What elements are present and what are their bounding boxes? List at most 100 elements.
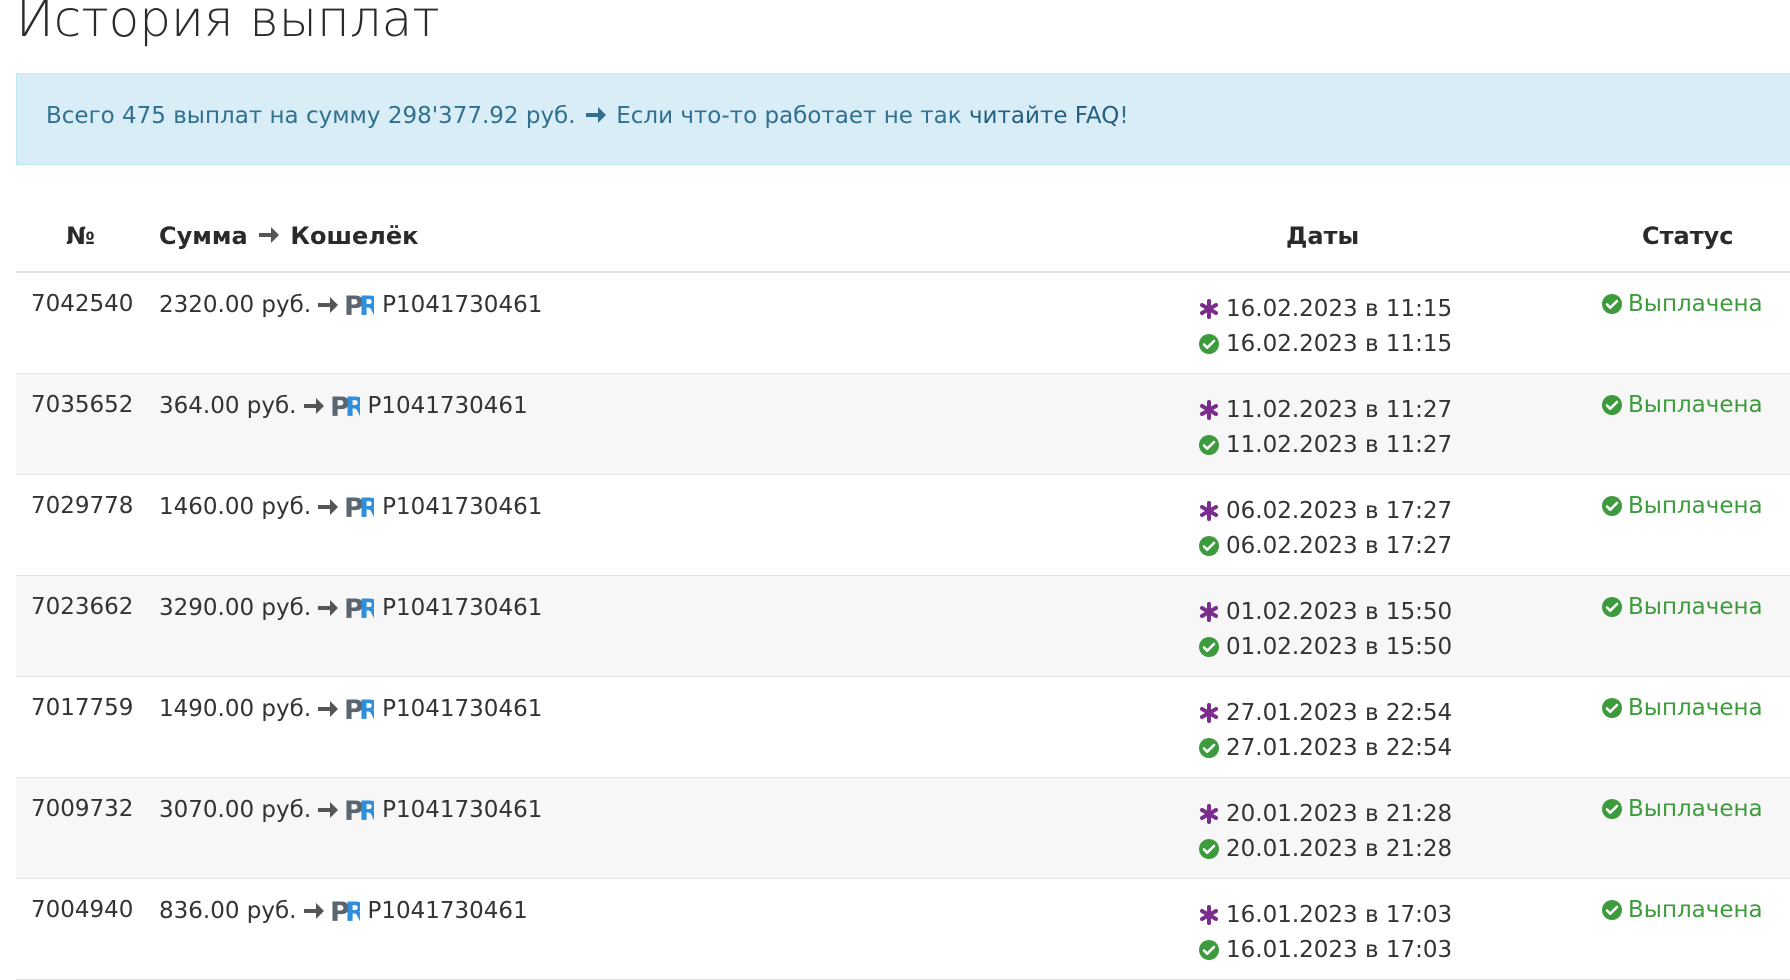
table-row: 7023662 3290.00 руб. P R P1041730461 01.02.20… xyxy=(16,576,1790,677)
payout-table: № Сумма Кошелёк Даты Статус 7042540 2320.… xyxy=(16,200,1790,980)
payout-sum-wallet: 1460.00 руб. P R P1041730461 xyxy=(159,493,542,521)
paid-date-line: 27.01.2023 в 22:54 xyxy=(1199,730,1452,765)
payout-amount: 836.00 руб. xyxy=(159,898,297,924)
payout-dates: 01.02.2023 в 15:50 01.02.2023 в 15:50 xyxy=(1199,594,1452,664)
created-date-line: 20.01.2023 в 21:28 xyxy=(1199,796,1452,831)
payeer-pr-logo-icon: PR xyxy=(344,796,374,824)
header-status: Статус xyxy=(1642,222,1734,250)
payout-dates: 20.01.2023 в 21:28 20.01.2023 в 21:28 xyxy=(1199,796,1452,866)
status-badge: Выплачена xyxy=(1602,493,1763,519)
payout-sum-wallet: 364.00 руб. P R P1041730461 xyxy=(159,392,528,420)
payout-id: 7017759 xyxy=(31,695,134,721)
payout-id: 7004940 xyxy=(31,897,134,923)
payout-sum-wallet: 1490.00 руб. P R P1041730461 xyxy=(159,695,542,723)
table-row: 7009732 3070.00 руб. P R P1041730461 20.01.20… xyxy=(16,778,1790,879)
arrow-right-icon xyxy=(318,802,339,818)
status-text: Выплачена xyxy=(1628,594,1763,620)
created-date: 20.01.2023 в 21:28 xyxy=(1226,800,1453,827)
asterisk-icon xyxy=(1200,904,1218,925)
paid-date: 16.02.2023 в 11:15 xyxy=(1226,330,1453,357)
created-date-line: 06.02.2023 в 17:27 xyxy=(1199,493,1452,528)
check-circle-icon xyxy=(1199,333,1219,354)
header-wallet: Кошелёк xyxy=(290,222,419,250)
arrow-right-icon xyxy=(318,701,339,717)
check-circle-icon xyxy=(1199,535,1219,556)
paid-date: 20.01.2023 в 21:28 xyxy=(1226,835,1453,862)
wallet-number: P1041730461 xyxy=(382,292,543,318)
info-alert: Всего 475 выплат на сумму 298'377.92 руб… xyxy=(16,73,1790,165)
payout-id: 7035652 xyxy=(31,392,134,418)
created-date: 16.02.2023 в 11:15 xyxy=(1226,295,1453,322)
table-row: 7029778 1460.00 руб. P R P1041730461 06.02.20… xyxy=(16,475,1790,576)
table-body: 7042540 2320.00 руб. P R P1041730461 16.02.20… xyxy=(16,273,1790,980)
created-date: 01.02.2023 в 15:50 xyxy=(1226,598,1453,625)
table-row: 7035652 364.00 руб. P R P1041730461 11.02.202… xyxy=(16,374,1790,475)
status-text: Выплачена xyxy=(1628,392,1763,418)
page-title: История выплат xyxy=(16,0,440,48)
asterisk-icon xyxy=(1200,601,1218,622)
header-number: № xyxy=(66,222,95,250)
arrow-right-icon xyxy=(318,499,339,515)
table-row: 7004940 836.00 руб. P R P1041730461 16.01.202… xyxy=(16,879,1790,980)
arrow-right-icon xyxy=(318,600,339,616)
paid-date: 01.02.2023 в 15:50 xyxy=(1226,633,1453,660)
asterisk-icon xyxy=(1200,298,1218,319)
check-circle-icon xyxy=(1199,434,1219,455)
svg-text:R: R xyxy=(359,695,374,723)
created-date: 06.02.2023 в 17:27 xyxy=(1226,497,1453,524)
check-circle-icon xyxy=(1602,799,1622,819)
payeer-pr-logo-icon: PR xyxy=(344,493,374,521)
paid-date-line: 01.02.2023 в 15:50 xyxy=(1199,629,1452,664)
asterisk-icon xyxy=(1200,803,1218,824)
asterisk-icon xyxy=(1200,399,1218,420)
header-sum: Сумма xyxy=(159,222,248,250)
paid-date: 27.01.2023 в 22:54 xyxy=(1226,734,1453,761)
created-date-line: 01.02.2023 в 15:50 xyxy=(1199,594,1452,629)
check-circle-icon xyxy=(1602,900,1622,920)
faq-link[interactable]: читайте FAQ xyxy=(969,103,1119,129)
payout-dates: 06.02.2023 в 17:27 06.02.2023 в 17:27 xyxy=(1199,493,1452,563)
payout-dates: 16.02.2023 в 11:15 16.02.2023 в 11:15 xyxy=(1199,291,1452,361)
check-circle-icon xyxy=(1602,395,1622,415)
created-date-line: 27.01.2023 в 22:54 xyxy=(1199,695,1452,730)
paid-date-line: 11.02.2023 в 11:27 xyxy=(1199,427,1452,462)
table-header: № Сумма Кошелёк Даты Статус xyxy=(16,200,1790,273)
check-circle-icon xyxy=(1602,597,1622,617)
info-alert-text: Всего 475 выплат на сумму 298'377.92 руб… xyxy=(46,103,1129,131)
check-circle-icon xyxy=(1199,636,1219,657)
wallet-number: P1041730461 xyxy=(382,797,543,823)
header-dates: Даты xyxy=(1286,222,1360,250)
notice-suffix: ! xyxy=(1119,103,1129,129)
payout-summary: Всего 475 выплат на сумму 298'377.92 руб… xyxy=(46,103,576,129)
status-badge: Выплачена xyxy=(1602,796,1763,822)
created-date: 16.01.2023 в 17:03 xyxy=(1226,901,1453,928)
payeer-pr-logo-icon: PR xyxy=(344,695,374,723)
status-text: Выплачена xyxy=(1628,695,1763,721)
payeer-pr-logo-icon: PR xyxy=(344,291,374,319)
created-date-line: 11.02.2023 в 11:27 xyxy=(1199,392,1452,427)
payout-amount: 1460.00 руб. xyxy=(159,494,312,520)
check-circle-icon xyxy=(1602,698,1622,718)
wallet-number: P1041730461 xyxy=(382,696,543,722)
payout-sum-wallet: 3290.00 руб. P R P1041730461 xyxy=(159,594,542,622)
svg-text:R: R xyxy=(359,291,374,319)
payeer-pr-logo-icon: PR xyxy=(330,392,360,420)
svg-text:R: R xyxy=(359,594,374,622)
arrow-right-icon xyxy=(259,227,280,243)
status-badge: Выплачена xyxy=(1602,291,1763,317)
payout-id: 7042540 xyxy=(31,291,134,317)
check-circle-icon xyxy=(1602,294,1622,314)
wallet-number: P1041730461 xyxy=(367,898,528,924)
status-badge: Выплачена xyxy=(1602,695,1763,721)
status-badge: Выплачена xyxy=(1602,392,1763,418)
paid-date: 11.02.2023 в 11:27 xyxy=(1226,431,1453,458)
check-circle-icon xyxy=(1199,939,1219,960)
check-circle-icon xyxy=(1199,737,1219,758)
check-circle-icon xyxy=(1199,838,1219,859)
payout-sum-wallet: 836.00 руб. P R P1041730461 xyxy=(159,897,528,925)
status-text: Выплачена xyxy=(1628,291,1763,317)
arrow-right-icon xyxy=(303,903,324,919)
created-date-line: 16.01.2023 в 17:03 xyxy=(1199,897,1452,932)
payout-amount: 1490.00 руб. xyxy=(159,696,312,722)
paid-date-line: 16.02.2023 в 11:15 xyxy=(1199,326,1452,361)
